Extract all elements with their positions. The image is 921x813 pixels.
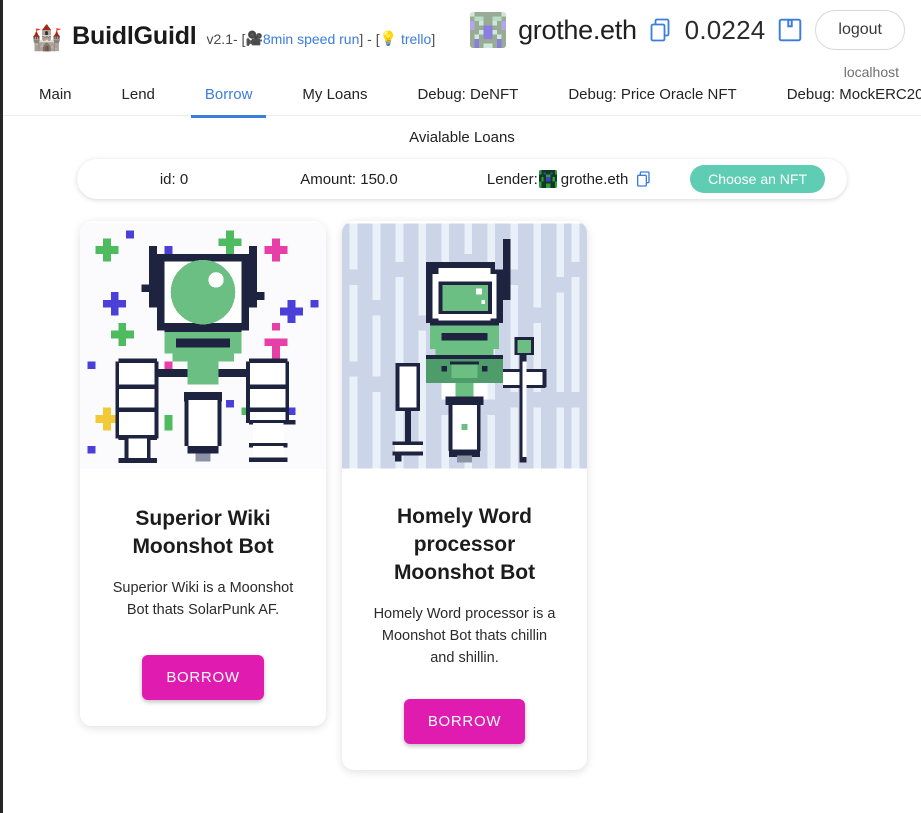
save-glyph: [779, 18, 802, 42]
loan-lender: Lender: grothe.eth: [449, 170, 690, 188]
brand[interactable]: 🏰 BuidlGuidl v2.1 - [🎥 8min speed run] - …: [31, 22, 435, 51]
movie-camera-icon: 🎥: [245, 30, 263, 46]
copy-glyph: [637, 171, 650, 187]
nav-item-debug-mockerc20[interactable]: Debug: MockERC20: [773, 86, 921, 118]
version-label: v2.1: [206, 30, 233, 47]
app-header: 🏰 BuidlGuidl v2.1 - [🎥 8min speed run] - …: [3, 0, 921, 80]
nft-card[interactable]: Superior Wiki Moonshot Bot Superior Wiki…: [80, 221, 326, 726]
nft-title: Homely Word processor Moonshot Bot: [393, 505, 536, 584]
nav-item-borrow[interactable]: Borrow: [190, 86, 267, 118]
meta-middle: ] - [: [359, 30, 380, 47]
nav-item-debug-denft[interactable]: Debug: DeNFT: [403, 86, 532, 118]
blockie-avatar-large: [470, 12, 507, 48]
nft-description: Superior Wiki is a Moonshot Bot thats So…: [112, 580, 294, 618]
nft-card-list: Superior Wiki Moonshot Bot Superior Wiki…: [3, 221, 921, 770]
nft-card[interactable]: Homely Word processor Moonshot Bot Homel…: [342, 221, 587, 770]
loan-amount: Amount: 150.0: [300, 170, 398, 188]
page-title: Avialable Loans: [409, 129, 515, 146]
lender-label: Lender:: [486, 170, 538, 188]
blockie-avatar-small: [538, 170, 557, 188]
nav-item-my-loans[interactable]: My Loans: [288, 86, 381, 118]
choose-nft-button[interactable]: Choose an NFT: [690, 165, 825, 193]
logout-button[interactable]: logout: [815, 10, 905, 50]
nft-image-word-processor-bot: [342, 223, 587, 469]
loan-list: id: 0 Amount: 150.0 Lender: grothe.eth C…: [3, 159, 921, 199]
meta-prefix: - [: [232, 30, 246, 47]
nav-item-debug-price-oracle-nft[interactable]: Debug: Price Oracle NFT: [554, 86, 750, 118]
network-label: localhost: [843, 64, 899, 80]
account-area: grothe.eth 0.0224 logout: [470, 10, 905, 50]
account-name: grothe.eth: [518, 14, 637, 45]
balance-value: 0.0224: [684, 14, 766, 45]
nft-description: Homely Word processor is a Moonshot Bot …: [373, 606, 556, 666]
brand-meta: v2.1 - [🎥 8min speed run] - [💡 trello]: [207, 30, 436, 47]
trello-link[interactable]: trello: [401, 31, 431, 47]
nav-item-main[interactable]: Main: [25, 86, 86, 118]
borrow-button[interactable]: BORROW: [403, 699, 526, 744]
nav-item-lend[interactable]: Lend: [108, 86, 169, 118]
meta-suffix: ]: [431, 30, 436, 47]
copy-icon[interactable]: [636, 170, 652, 188]
main-nav: Main Lend Borrow My Loans Debug: DeNFT D…: [3, 72, 921, 118]
castle-icon: 🏰: [31, 23, 63, 52]
save-disk-icon[interactable]: [777, 17, 803, 43]
nft-image-solarpunk-bot: [80, 223, 326, 469]
nft-title: Superior Wiki Moonshot Bot: [132, 507, 274, 558]
brand-name: BuidlGuidl: [72, 21, 197, 50]
lender-name: grothe.eth: [560, 170, 629, 188]
copy-glyph: [650, 18, 670, 42]
speedrun-link[interactable]: 8min speed run: [263, 31, 360, 47]
light-bulb-icon: 💡: [379, 30, 398, 46]
loan-id: id: 0: [159, 170, 189, 188]
copy-icon[interactable]: [649, 17, 673, 43]
borrow-button[interactable]: BORROW: [142, 655, 264, 700]
avatar: [470, 12, 507, 48]
loan-row[interactable]: id: 0 Amount: 150.0 Lender: grothe.eth C…: [77, 159, 847, 199]
